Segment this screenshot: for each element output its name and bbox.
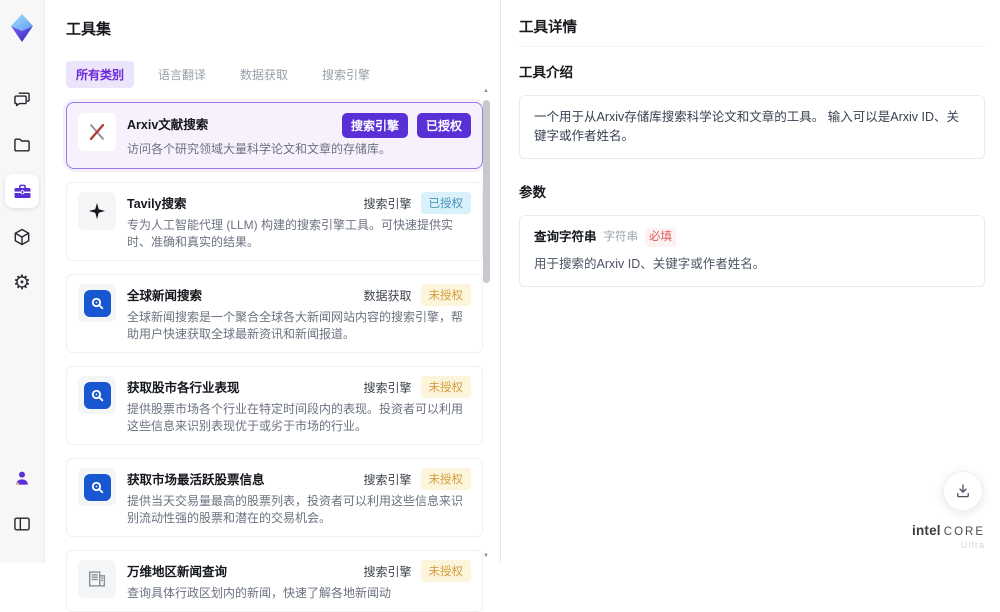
tool-description: 查询具体行政区划内的新闻，快速了解各地新闻动 xyxy=(127,586,392,601)
tool-card[interactable]: 全球新闻搜索 数据获取 未授权 全球新闻搜索是一个聚合全球各大新闻网站内容的搜索… xyxy=(66,274,483,354)
tool-name: Tavily搜索 xyxy=(127,197,187,212)
toolset-panel: 工具集 所有类别 语言翻译 数据获取 搜索引擎 Arxiv文献搜索 搜索引擎 已授权 … xyxy=(45,0,500,612)
category-tabs: 所有类别 语言翻译 数据获取 搜索引擎 xyxy=(66,61,480,88)
page-title: 工具集 xyxy=(66,21,112,38)
tool-description: 专为人工智能代理 (LLM) 构建的搜索引擎工具。可快速提供实时、准确和真实的结… xyxy=(127,218,454,250)
sidebar-item-chat[interactable] xyxy=(5,82,39,116)
brand-core: CORE xyxy=(943,525,985,538)
tool-card[interactable]: 获取股市各行业表现 搜索引擎 未授权 提供股票市场各个行业在特定时间段内的表现。… xyxy=(66,366,483,446)
intel-core-logo: intel CORE Ultra xyxy=(912,522,985,551)
brand-intel: intel xyxy=(912,522,941,538)
news-search-icon xyxy=(78,284,116,323)
tavily-icon xyxy=(78,192,116,231)
download-icon xyxy=(957,484,969,498)
tool-status-badge: 未授权 xyxy=(420,468,471,491)
tool-name: 获取股市各行业表现 xyxy=(127,381,240,396)
tool-name: 万维地区新闻查询 xyxy=(127,565,228,580)
tool-status-badge: 未授权 xyxy=(420,284,471,307)
sidebar-nav: ⚙ xyxy=(5,82,39,312)
sidebar-item-settings[interactable]: ⚙ xyxy=(5,266,39,300)
tool-status-badge: 未授权 xyxy=(420,560,471,583)
news-search-icon xyxy=(78,376,116,415)
gear-icon: ⚙ xyxy=(13,272,31,294)
tool-status-badge: 已授权 xyxy=(420,192,471,215)
param-required-badge: 必填 xyxy=(645,227,677,247)
sidebar-item-tools[interactable] xyxy=(5,174,39,208)
sidebar: ⚙ xyxy=(0,0,45,563)
tool-intro-text: 一个用于从Arxiv存储库搜索科学论文和文章的工具。 输入可以是Arxiv ID… xyxy=(519,95,985,159)
user-avatar-icon[interactable] xyxy=(5,461,39,495)
app-window: ⚙ 工具集 所有类别 语言翻译 数据获取 搜索引擎 Arxiv文献搜索 搜索引擎… xyxy=(0,0,1000,612)
scroll-down-icon[interactable]: ▼ xyxy=(482,553,490,559)
scroll-up-icon[interactable]: ▲ xyxy=(482,88,490,94)
tool-description: 全球新闻搜索是一个聚合全球各大新闻网站内容的搜索引擎，帮助用户快速获取全球最新资… xyxy=(127,310,464,342)
category-tab[interactable]: 数据获取 xyxy=(230,61,298,88)
tool-card[interactable]: Tavily搜索 搜索引擎 已授权 专为人工智能代理 (LLM) 构建的搜索引擎… xyxy=(66,182,483,262)
intro-heading: 工具介绍 xyxy=(519,65,573,80)
app-logo-icon[interactable] xyxy=(7,12,37,44)
tool-category-label: 搜索引擎 xyxy=(341,113,408,138)
collapse-panel-icon[interactable] xyxy=(5,507,39,541)
tool-name: 获取市场最活跃股票信息 xyxy=(127,473,265,488)
tool-category-label: 搜索引擎 xyxy=(363,380,412,395)
arxiv-icon xyxy=(78,113,116,151)
newspaper-icon xyxy=(78,560,116,599)
briefcase-icon xyxy=(14,184,30,198)
news-search-icon xyxy=(78,468,116,507)
tool-status-badge: 未授权 xyxy=(420,376,471,399)
category-tab[interactable]: 搜索引擎 xyxy=(312,61,380,88)
param-type: 字符串 xyxy=(603,230,639,243)
tool-card[interactable]: Arxiv文献搜索 搜索引擎 已授权 访问各个研究领域大量科学论文和文章的存储库… xyxy=(66,102,483,170)
params-heading: 参数 xyxy=(519,184,546,200)
parameter-card: 查询字符串 字符串 必填 用于搜索的Arxiv ID、关键字或作者姓名。 xyxy=(519,214,985,287)
tool-name: Arxiv文献搜索 xyxy=(127,118,209,132)
tool-list: Arxiv文献搜索 搜索引擎 已授权 访问各个研究领域大量科学论文和文章的存储库… xyxy=(66,102,483,612)
tool-description: 访问各个研究领域大量科学论文和文章的存储库。 xyxy=(127,142,392,156)
tool-card[interactable]: 万维地区新闻查询 搜索引擎 未授权 查询具体行政区划内的新闻，快速了解各地新闻动 xyxy=(66,550,483,612)
param-description: 用于搜索的Arxiv ID、关键字或作者姓名。 xyxy=(534,256,766,271)
scrollbar-thumb[interactable] xyxy=(482,100,490,283)
tool-description: 提供股票市场各个行业在特定时间段内的表现。投资者可以利用这些信息来识别表现优于或… xyxy=(127,402,464,434)
sidebar-item-folder[interactable] xyxy=(5,128,39,162)
tool-category-label: 搜索引擎 xyxy=(363,196,412,211)
tool-card[interactable]: 获取市场最活跃股票信息 搜索引擎 未授权 提供当天交易量最高的股票列表，投资者可… xyxy=(66,458,483,538)
tool-name: 全球新闻搜索 xyxy=(127,289,203,304)
cube-icon xyxy=(14,228,30,246)
details-title: 工具详情 xyxy=(519,16,985,47)
param-name: 查询字符串 xyxy=(534,229,597,244)
category-tab[interactable]: 所有类别 xyxy=(66,61,135,88)
download-button[interactable] xyxy=(943,471,983,511)
sidebar-item-packages[interactable] xyxy=(5,220,39,254)
tool-details-panel: 工具详情 工具介绍 一个用于从Arxiv存储库搜索科学论文和文章的工具。 输入可… xyxy=(500,0,1000,563)
chat-icon xyxy=(14,92,30,107)
list-scrollbar[interactable]: ▲ ▼ xyxy=(482,88,490,559)
category-tab[interactable]: 语言翻译 xyxy=(148,61,216,88)
tool-description: 提供当天交易量最高的股票列表，投资者可以利用这些信息来识别流动性强的股票和潜在的… xyxy=(127,494,464,526)
tool-category-label: 搜索引擎 xyxy=(363,472,412,487)
folder-icon xyxy=(14,138,30,152)
brand-ultra: Ultra xyxy=(960,540,985,551)
tool-category-label: 数据获取 xyxy=(363,288,412,303)
tool-status-badge: 已授权 xyxy=(416,113,471,138)
tool-category-label: 搜索引擎 xyxy=(363,564,412,579)
